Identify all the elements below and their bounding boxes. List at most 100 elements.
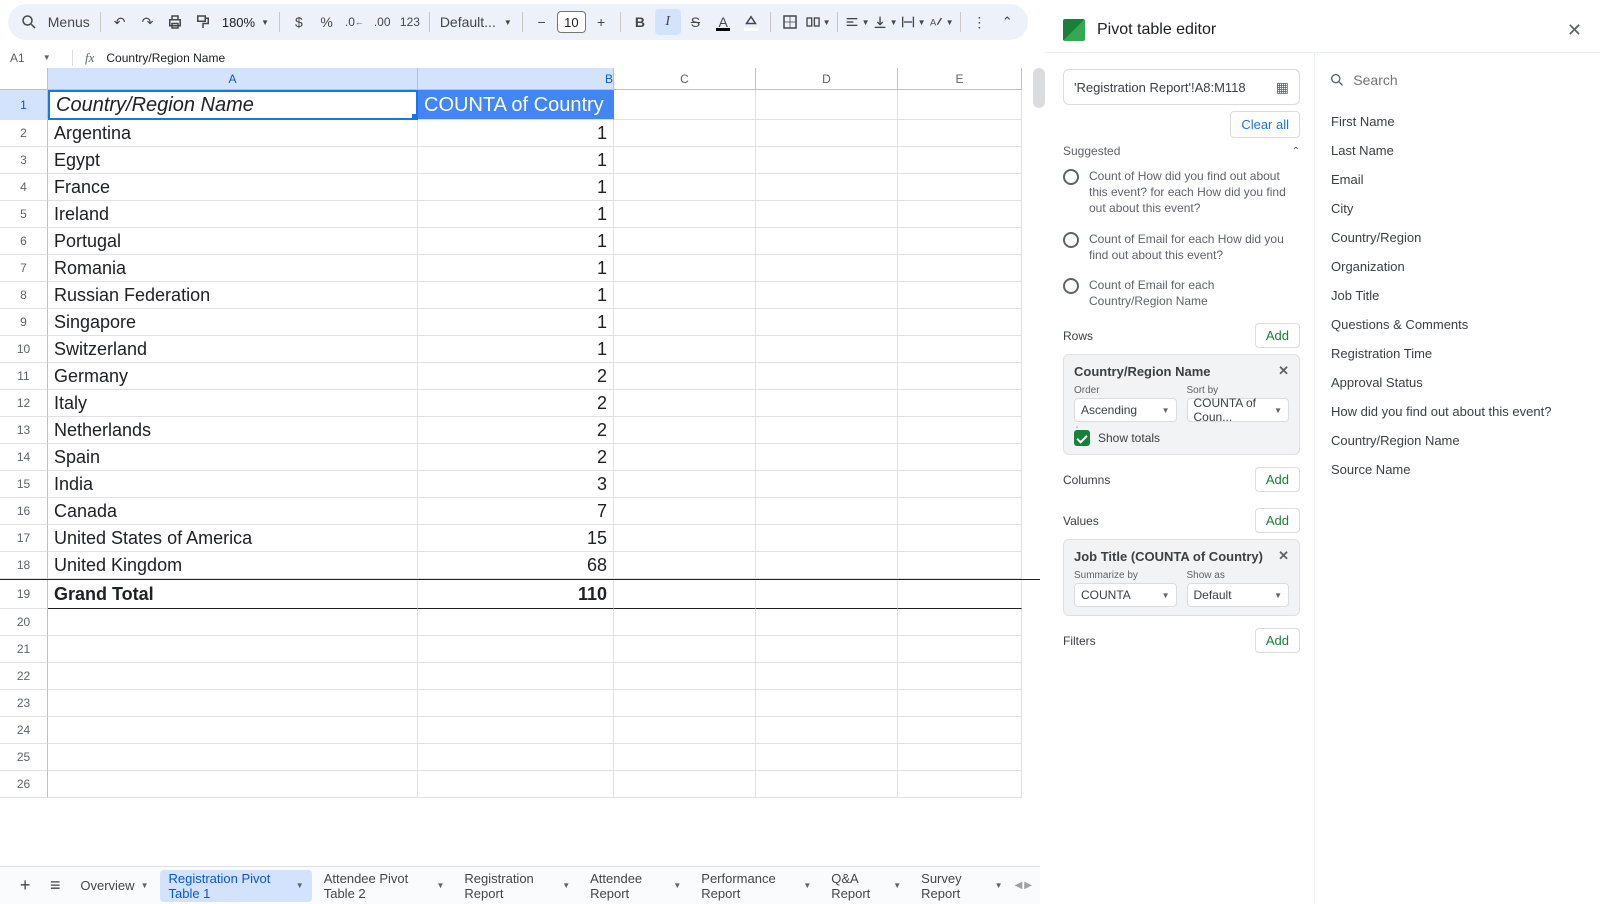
cell[interactable]: France — [48, 174, 418, 201]
field-search[interactable] — [1329, 63, 1583, 97]
field-item[interactable]: Job Title — [1329, 281, 1583, 310]
cell[interactable] — [614, 363, 756, 390]
field-item[interactable]: Source Name — [1329, 455, 1583, 484]
cell[interactable] — [756, 744, 898, 771]
wrap-button[interactable]: ▼ — [900, 9, 926, 35]
cell[interactable] — [756, 90, 898, 120]
col-header-D[interactable]: D — [756, 68, 898, 90]
row-header[interactable]: 7 — [0, 255, 48, 282]
cell[interactable] — [614, 147, 756, 174]
col-header-C[interactable]: C — [614, 68, 756, 90]
borders-button[interactable] — [777, 9, 803, 35]
sheet-tab[interactable]: Registration Pivot Table 1▼ — [160, 870, 311, 902]
cell[interactable]: Netherlands — [48, 417, 418, 444]
suggestion-item[interactable]: Count of How did you find out about this… — [1063, 168, 1300, 217]
sheet-tab[interactable]: Performance Report▼ — [693, 870, 819, 902]
row-header[interactable]: 11 — [0, 363, 48, 390]
col-header-E[interactable]: E — [898, 68, 1022, 90]
cell[interactable] — [898, 444, 1022, 471]
cell[interactable] — [48, 771, 418, 798]
cell[interactable]: Canada — [48, 498, 418, 525]
cell[interactable] — [418, 744, 614, 771]
order-select[interactable]: Ascending ▼ — [1074, 398, 1177, 422]
menus-label[interactable]: Menus — [44, 14, 94, 30]
cell[interactable]: Grand Total — [48, 580, 418, 609]
cell[interactable] — [756, 471, 898, 498]
cell[interactable] — [614, 417, 756, 444]
cell[interactable] — [756, 147, 898, 174]
decrease-fontsize-button[interactable]: − — [529, 9, 555, 35]
row-header[interactable]: 15 — [0, 471, 48, 498]
cell[interactable] — [48, 717, 418, 744]
sheet-tab[interactable]: Attendee Report▼ — [582, 870, 689, 902]
close-button[interactable]: ✕ — [1567, 20, 1582, 41]
cell[interactable] — [614, 309, 756, 336]
row-header[interactable]: 1 — [0, 90, 48, 120]
sortby-select[interactable]: COUNTA of Coun... ▼ — [1187, 398, 1290, 422]
italic-button[interactable]: I — [655, 9, 681, 35]
increase-fontsize-button[interactable]: + — [588, 9, 614, 35]
row-header[interactable]: 13 — [0, 417, 48, 444]
search-menus[interactable] — [16, 9, 42, 35]
cell[interactable]: 2 — [418, 417, 614, 444]
row-header[interactable]: 4 — [0, 174, 48, 201]
select-all-corner[interactable] — [0, 68, 48, 90]
cell[interactable] — [898, 174, 1022, 201]
row-header[interactable]: 17 — [0, 525, 48, 552]
paint-format-button[interactable] — [190, 9, 216, 35]
cell[interactable] — [756, 580, 898, 609]
cell[interactable]: 2 — [418, 363, 614, 390]
redo-button[interactable]: ↷ — [135, 9, 161, 35]
cell[interactable]: 2 — [418, 390, 614, 417]
cell[interactable] — [614, 525, 756, 552]
row-header[interactable]: 26 — [0, 771, 48, 798]
cell[interactable] — [614, 771, 756, 798]
cell[interactable] — [418, 717, 614, 744]
cell[interactable] — [614, 201, 756, 228]
cell[interactable] — [756, 771, 898, 798]
cell[interactable]: Portugal — [48, 228, 418, 255]
chevron-down-icon[interactable]: ▼ — [995, 881, 1003, 890]
showas-select[interactable]: Default ▼ — [1187, 583, 1290, 607]
row-header[interactable]: 19 — [0, 580, 48, 609]
cell[interactable] — [614, 255, 756, 282]
row-header[interactable]: 16 — [0, 498, 48, 525]
field-search-input[interactable] — [1353, 72, 1583, 88]
chevron-down-icon[interactable]: ▼ — [436, 881, 444, 890]
cell[interactable] — [898, 609, 1022, 636]
more-formats-button[interactable]: 123 — [397, 9, 423, 35]
row-header[interactable]: 12 — [0, 390, 48, 417]
cell[interactable] — [614, 471, 756, 498]
cell[interactable]: 7 — [418, 498, 614, 525]
cell[interactable]: 2 — [418, 444, 614, 471]
cell[interactable] — [756, 663, 898, 690]
cell[interactable] — [756, 282, 898, 309]
collapse-suggested-button[interactable]: ⌃ — [1292, 146, 1300, 157]
tab-scroll-left[interactable]: ◀ — [1015, 880, 1023, 891]
cell[interactable] — [48, 609, 418, 636]
cell[interactable]: 1 — [418, 309, 614, 336]
fontsize-input[interactable]: 10 — [557, 11, 587, 33]
select-range-icon[interactable]: ▦ — [1276, 79, 1289, 96]
suggestion-item[interactable]: Count of Email for each How did you find… — [1063, 231, 1300, 263]
cell[interactable]: India — [48, 471, 418, 498]
chevron-down-icon[interactable]: ▼ — [893, 881, 901, 890]
cell[interactable]: 1 — [418, 282, 614, 309]
cell[interactable] — [756, 636, 898, 663]
cell[interactable] — [756, 609, 898, 636]
formula-value[interactable]: Country/Region Name — [106, 51, 225, 65]
remove-values-chip-button[interactable]: ✕ — [1278, 548, 1289, 564]
row-header[interactable]: 22 — [0, 663, 48, 690]
sheet-tab[interactable]: Registration Report▼ — [456, 870, 578, 902]
currency-button[interactable]: $ — [286, 9, 312, 35]
cell[interactable] — [898, 690, 1022, 717]
cell[interactable]: Spain — [48, 444, 418, 471]
cell[interactable] — [756, 525, 898, 552]
add-sheet-button[interactable]: + — [12, 871, 38, 901]
rotation-button[interactable]: A ▼ — [928, 9, 954, 35]
cell[interactable]: 1 — [418, 228, 614, 255]
cell[interactable] — [756, 390, 898, 417]
cell[interactable] — [898, 771, 1022, 798]
halign-button[interactable]: ▼ — [844, 9, 870, 35]
cell[interactable] — [614, 444, 756, 471]
